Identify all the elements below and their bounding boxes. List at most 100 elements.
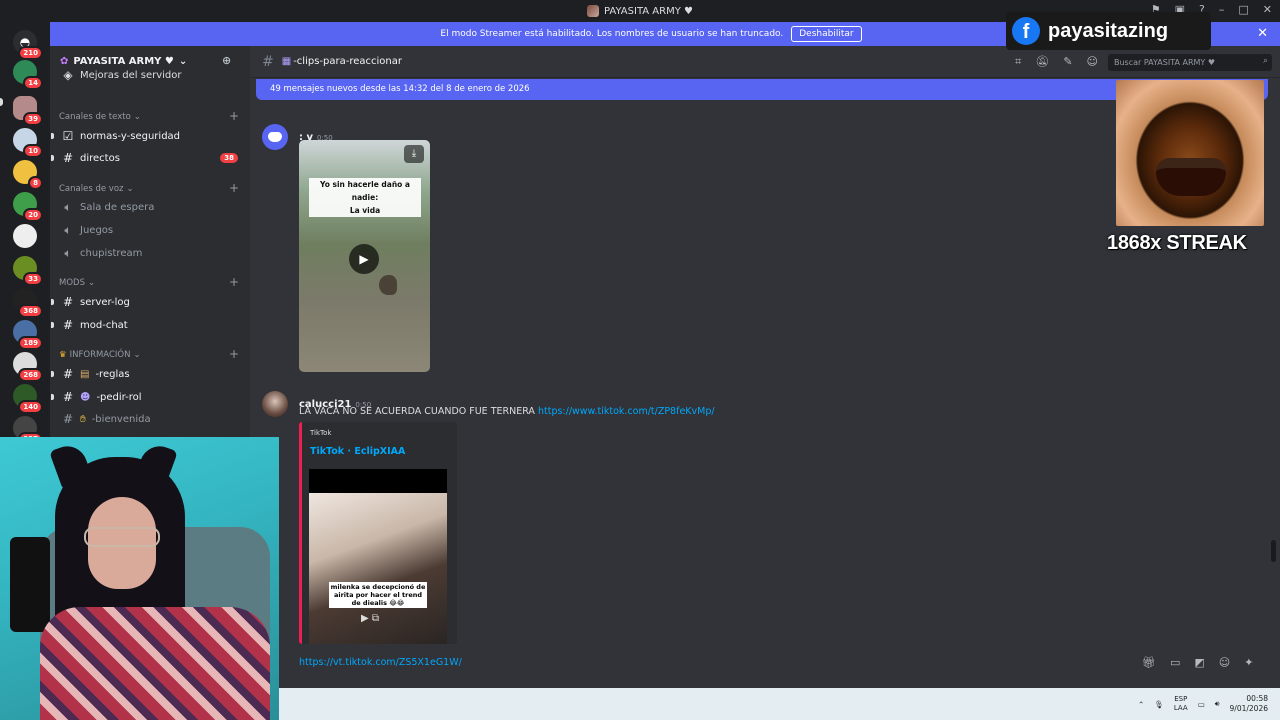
banner-text: El modo Streamer está habilitado. Los no… (440, 29, 784, 39)
avatar[interactable] (262, 391, 288, 417)
channel-normas[interactable]: ☑ normas-y-seguridad (51, 126, 242, 146)
wave-icon: ✋︎ (80, 413, 86, 425)
rules-icon: ☑ (62, 129, 74, 143)
channel-server-log[interactable]: # server-log (51, 292, 242, 312)
channel-label: server-log (80, 296, 130, 308)
server-badge: 8 (28, 176, 43, 190)
channel-chupistream[interactable]: 🔈︎ chupistream (58, 243, 242, 263)
webcam-body (40, 607, 270, 720)
hash-icon: # (62, 367, 74, 381)
channel-directos[interactable]: # directos 38 (51, 148, 242, 168)
hash-icon: # (62, 390, 74, 404)
boost-item[interactable]: ◈ Mejoras del servidor (58, 68, 242, 82)
message-body: LA VACA NO SE ACUERDA CUANDO FUE TERNERA… (299, 406, 715, 417)
channel-juegos[interactable]: 🔈︎ Juegos (58, 220, 242, 240)
channel-label: -reglas (95, 368, 130, 380)
video-attachment[interactable]: Yo sin hacerle daño a nadie: La vida ▶ ⤓ (299, 140, 430, 372)
hash-icon: # (62, 151, 74, 165)
add-channel-icon[interactable]: + (229, 275, 239, 289)
channel-pedir-rol[interactable]: # ☻ -pedir-rol (51, 387, 242, 407)
pending-link[interactable]: https://vt.tiktok.com/ZS5X1eG1W/ (299, 657, 462, 668)
gift-icon[interactable]: 🎁︎ (1142, 656, 1156, 669)
chevron-up-icon[interactable]: ⌃ (1138, 700, 1144, 709)
clock[interactable]: 00:58 9/01/2026 (1230, 694, 1268, 714)
add-channel-icon[interactable]: + (229, 347, 239, 361)
gif-icon[interactable]: ▭ (1170, 656, 1180, 669)
server-list: ◓210 14 39 10 8 20 33 368 189 268 140 33… (0, 22, 50, 446)
channel-label: mod-chat (80, 319, 128, 331)
category-label: MODS (59, 278, 85, 288)
channel-reglas[interactable]: # ▤ -reglas (51, 364, 242, 384)
category-label: Canales de texto (59, 112, 131, 122)
emoji-icon[interactable]: ☺ (1219, 656, 1230, 669)
pin-icon[interactable]: ✎ (1063, 55, 1072, 69)
guild-name: PAYASITA ARMY ♥ (73, 55, 174, 67)
add-member-icon[interactable]: ⊕ (222, 54, 231, 67)
scrollbar[interactable] (1271, 540, 1276, 562)
server-badge: 210 (18, 46, 43, 60)
server-item[interactable]: 140 (13, 384, 43, 414)
facebook-icon: f (1012, 17, 1040, 45)
channel-mod-chat[interactable]: # mod-chat (51, 315, 242, 335)
masks-icon: ☻ (80, 391, 91, 403)
server-item[interactable]: 33 (13, 256, 43, 286)
server-item[interactable]: 10 (13, 128, 43, 158)
play-icon[interactable]: ▶ ⧉ (361, 613, 379, 624)
server-item[interactable]: 8 (13, 160, 43, 190)
server-badge: 140 (18, 400, 43, 414)
server-icon (587, 5, 600, 17)
caption-line: Yo sin hacerle daño a nadie: (320, 180, 410, 202)
mute-icon[interactable]: 🔕︎ (1035, 55, 1049, 69)
streak-image (1116, 80, 1264, 226)
category-text[interactable]: Canales de texto ⌄ + (59, 109, 239, 123)
message-text: LA VACA NO SE ACUERDA CUANDO FUE TERNERA (299, 406, 535, 417)
server-item[interactable]: 368 (13, 288, 43, 318)
add-channel-icon[interactable]: + (229, 109, 239, 123)
server-item-active[interactable]: 39 (13, 96, 43, 126)
monitor-icon[interactable]: ▭ (1198, 700, 1205, 709)
close-window-icon[interactable]: ✕ (1263, 3, 1272, 16)
channel-sidebar: ✿ PAYASITA ARMY ♥ ⌄ ⊕ ◈ Mejoras del servi… (50, 46, 250, 438)
channel-label: normas-y-seguridad (80, 130, 181, 142)
composer-tools: 🎁︎ ▭ ◩ ☺ ✦ (1142, 656, 1253, 669)
channel-sala[interactable]: 🔈︎ Sala de espera (58, 197, 242, 217)
avatar[interactable] (262, 124, 288, 150)
category-voice[interactable]: Canales de voz ⌄ + (59, 181, 239, 195)
embed-title[interactable]: TikTok · EclipXIAA (310, 446, 405, 457)
message-link[interactable]: https://www.tiktok.com/t/ZP8feKvMp/ (538, 406, 715, 417)
speaker-icon: 🔈︎ (64, 245, 72, 260)
maximize-icon[interactable]: □ (1238, 3, 1248, 16)
search-input[interactable]: Buscar PAYASITA ARMY ♥ ⌕ (1108, 54, 1272, 71)
server-item[interactable]: 20 (13, 192, 43, 222)
play-icon[interactable]: ▶ (349, 244, 379, 274)
server-home[interactable]: ◓ 210 (13, 30, 43, 60)
server-item[interactable]: 189 (13, 320, 43, 350)
server-item[interactable] (13, 224, 37, 248)
language-indicator[interactable]: ESP LAA (1174, 695, 1188, 713)
speaker-icon: 🔈︎ (64, 222, 72, 237)
server-item[interactable]: 14 (13, 60, 43, 90)
apps-icon[interactable]: ✦ (1244, 656, 1253, 669)
boost-icon: ◈ (63, 68, 73, 82)
embed-thumbnail[interactable]: milenka se decepcionó de airita por hace… (309, 469, 447, 644)
language-code: ESP (1174, 695, 1188, 703)
webcam-overlay (0, 437, 279, 720)
microphone-icon[interactable]: 🎙︎ (1154, 700, 1164, 709)
server-badge: 20 (23, 208, 43, 222)
threads-icon[interactable]: ⌗ (1015, 55, 1021, 69)
add-channel-icon[interactable]: + (229, 181, 239, 195)
minimize-icon[interactable]: – (1219, 3, 1225, 16)
close-icon[interactable]: ✕ (1257, 26, 1268, 41)
members-icon[interactable]: ☺ (1087, 55, 1098, 69)
disable-streamer-button[interactable]: Deshabilitar (791, 26, 862, 42)
channel-bienvenida[interactable]: # ✋︎ -bienvenida (58, 409, 242, 429)
webcam-microphone (10, 537, 50, 632)
sticker-icon[interactable]: ◩ (1194, 656, 1204, 669)
channel-label: chupistream (80, 247, 143, 259)
volume-icon[interactable]: 🔊︎ (1215, 699, 1220, 709)
category-info[interactable]: ♛ INFORMACIÓN ⌄ + (59, 347, 239, 361)
server-item[interactable]: 268 (13, 352, 43, 382)
download-icon[interactable]: ⤓ (404, 145, 424, 163)
webcam-glasses (84, 527, 160, 547)
category-mods[interactable]: MODS ⌄ + (59, 275, 239, 289)
